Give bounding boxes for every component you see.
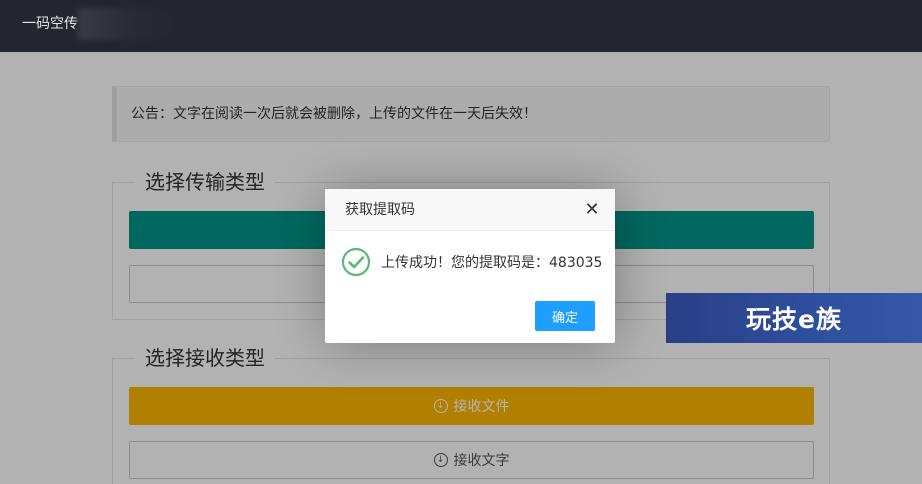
extract-code-dialog: 获取提取码 ✕ 上传成功！您的提取码是：483035 确定 — [325, 189, 615, 343]
blurred-region — [78, 8, 182, 40]
dialog-title: 获取提取码 — [345, 202, 415, 218]
top-navbar: 一码空传 — [0, 0, 922, 52]
confirm-button-label: 确定 — [551, 310, 578, 326]
watermark-text: 玩技e族 — [746, 305, 842, 334]
brand-logo-text[interactable]: 一码空传 — [22, 14, 78, 34]
dialog-message: 上传成功！您的提取码是：483035 — [381, 255, 603, 271]
check-circle-icon — [341, 247, 371, 277]
dialog-header: 获取提取码 — [325, 189, 615, 231]
page: 一码空传 公告：文字在阅读一次后就会被删除，上传的文件在一天后失效！ 选择传输类… — [0, 0, 922, 484]
confirm-button[interactable]: 确定 — [535, 301, 595, 331]
close-icon[interactable]: ✕ — [583, 201, 601, 219]
watermark-logo: 玩技e族 — [666, 293, 922, 343]
